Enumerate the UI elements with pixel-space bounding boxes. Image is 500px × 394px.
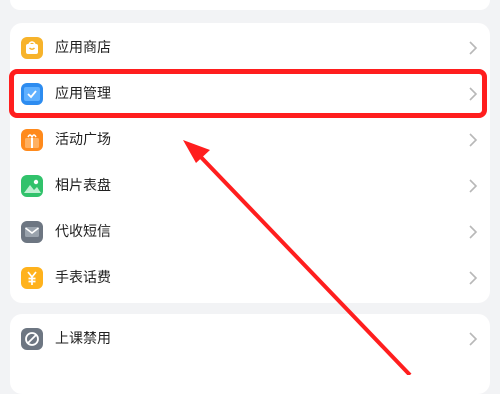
app-management-icon xyxy=(21,83,43,105)
menu-item-label: 应用管理 xyxy=(55,86,111,102)
chevron-right-icon xyxy=(469,41,478,55)
yuan-bill-icon xyxy=(21,267,43,289)
chevron-right-icon xyxy=(469,179,478,193)
store-bag-icon xyxy=(21,37,43,59)
chevron-right-icon xyxy=(469,332,478,346)
gift-icon xyxy=(21,129,43,151)
menu-item-app-store[interactable]: 应用商店 xyxy=(10,25,490,71)
chevron-right-icon xyxy=(469,271,478,285)
settings-group-secondary: 上课禁用 xyxy=(10,314,490,394)
menu-item-photo-watchface[interactable]: 相片表盘 xyxy=(10,163,490,209)
menu-item-activity-plaza[interactable]: 活动广场 xyxy=(10,117,490,163)
class-disable-icon xyxy=(21,328,43,350)
settings-group-main: 应用商店 应用管理 活动广场 相片表盘 代收短信 手表话费 xyxy=(10,23,490,303)
menu-item-watch-phone-bill[interactable]: 手表话费 xyxy=(10,255,490,301)
menu-item-proxy-sms[interactable]: 代收短信 xyxy=(10,209,490,255)
chevron-right-icon xyxy=(469,225,478,239)
menu-item-app-management[interactable]: 应用管理 xyxy=(10,71,490,117)
menu-item-label: 上课禁用 xyxy=(55,331,111,347)
menu-item-label: 应用商店 xyxy=(55,40,111,56)
photo-watchface-icon xyxy=(21,175,43,197)
top-card-partial xyxy=(10,0,490,10)
menu-item-label: 活动广场 xyxy=(55,132,111,148)
chevron-right-icon xyxy=(469,133,478,147)
menu-item-label: 手表话费 xyxy=(55,270,111,286)
menu-item-label: 相片表盘 xyxy=(55,178,111,194)
chevron-right-icon xyxy=(469,87,478,101)
sms-envelope-icon xyxy=(21,221,43,243)
menu-item-class-disable[interactable]: 上课禁用 xyxy=(10,316,490,362)
menu-item-label: 代收短信 xyxy=(55,224,111,240)
